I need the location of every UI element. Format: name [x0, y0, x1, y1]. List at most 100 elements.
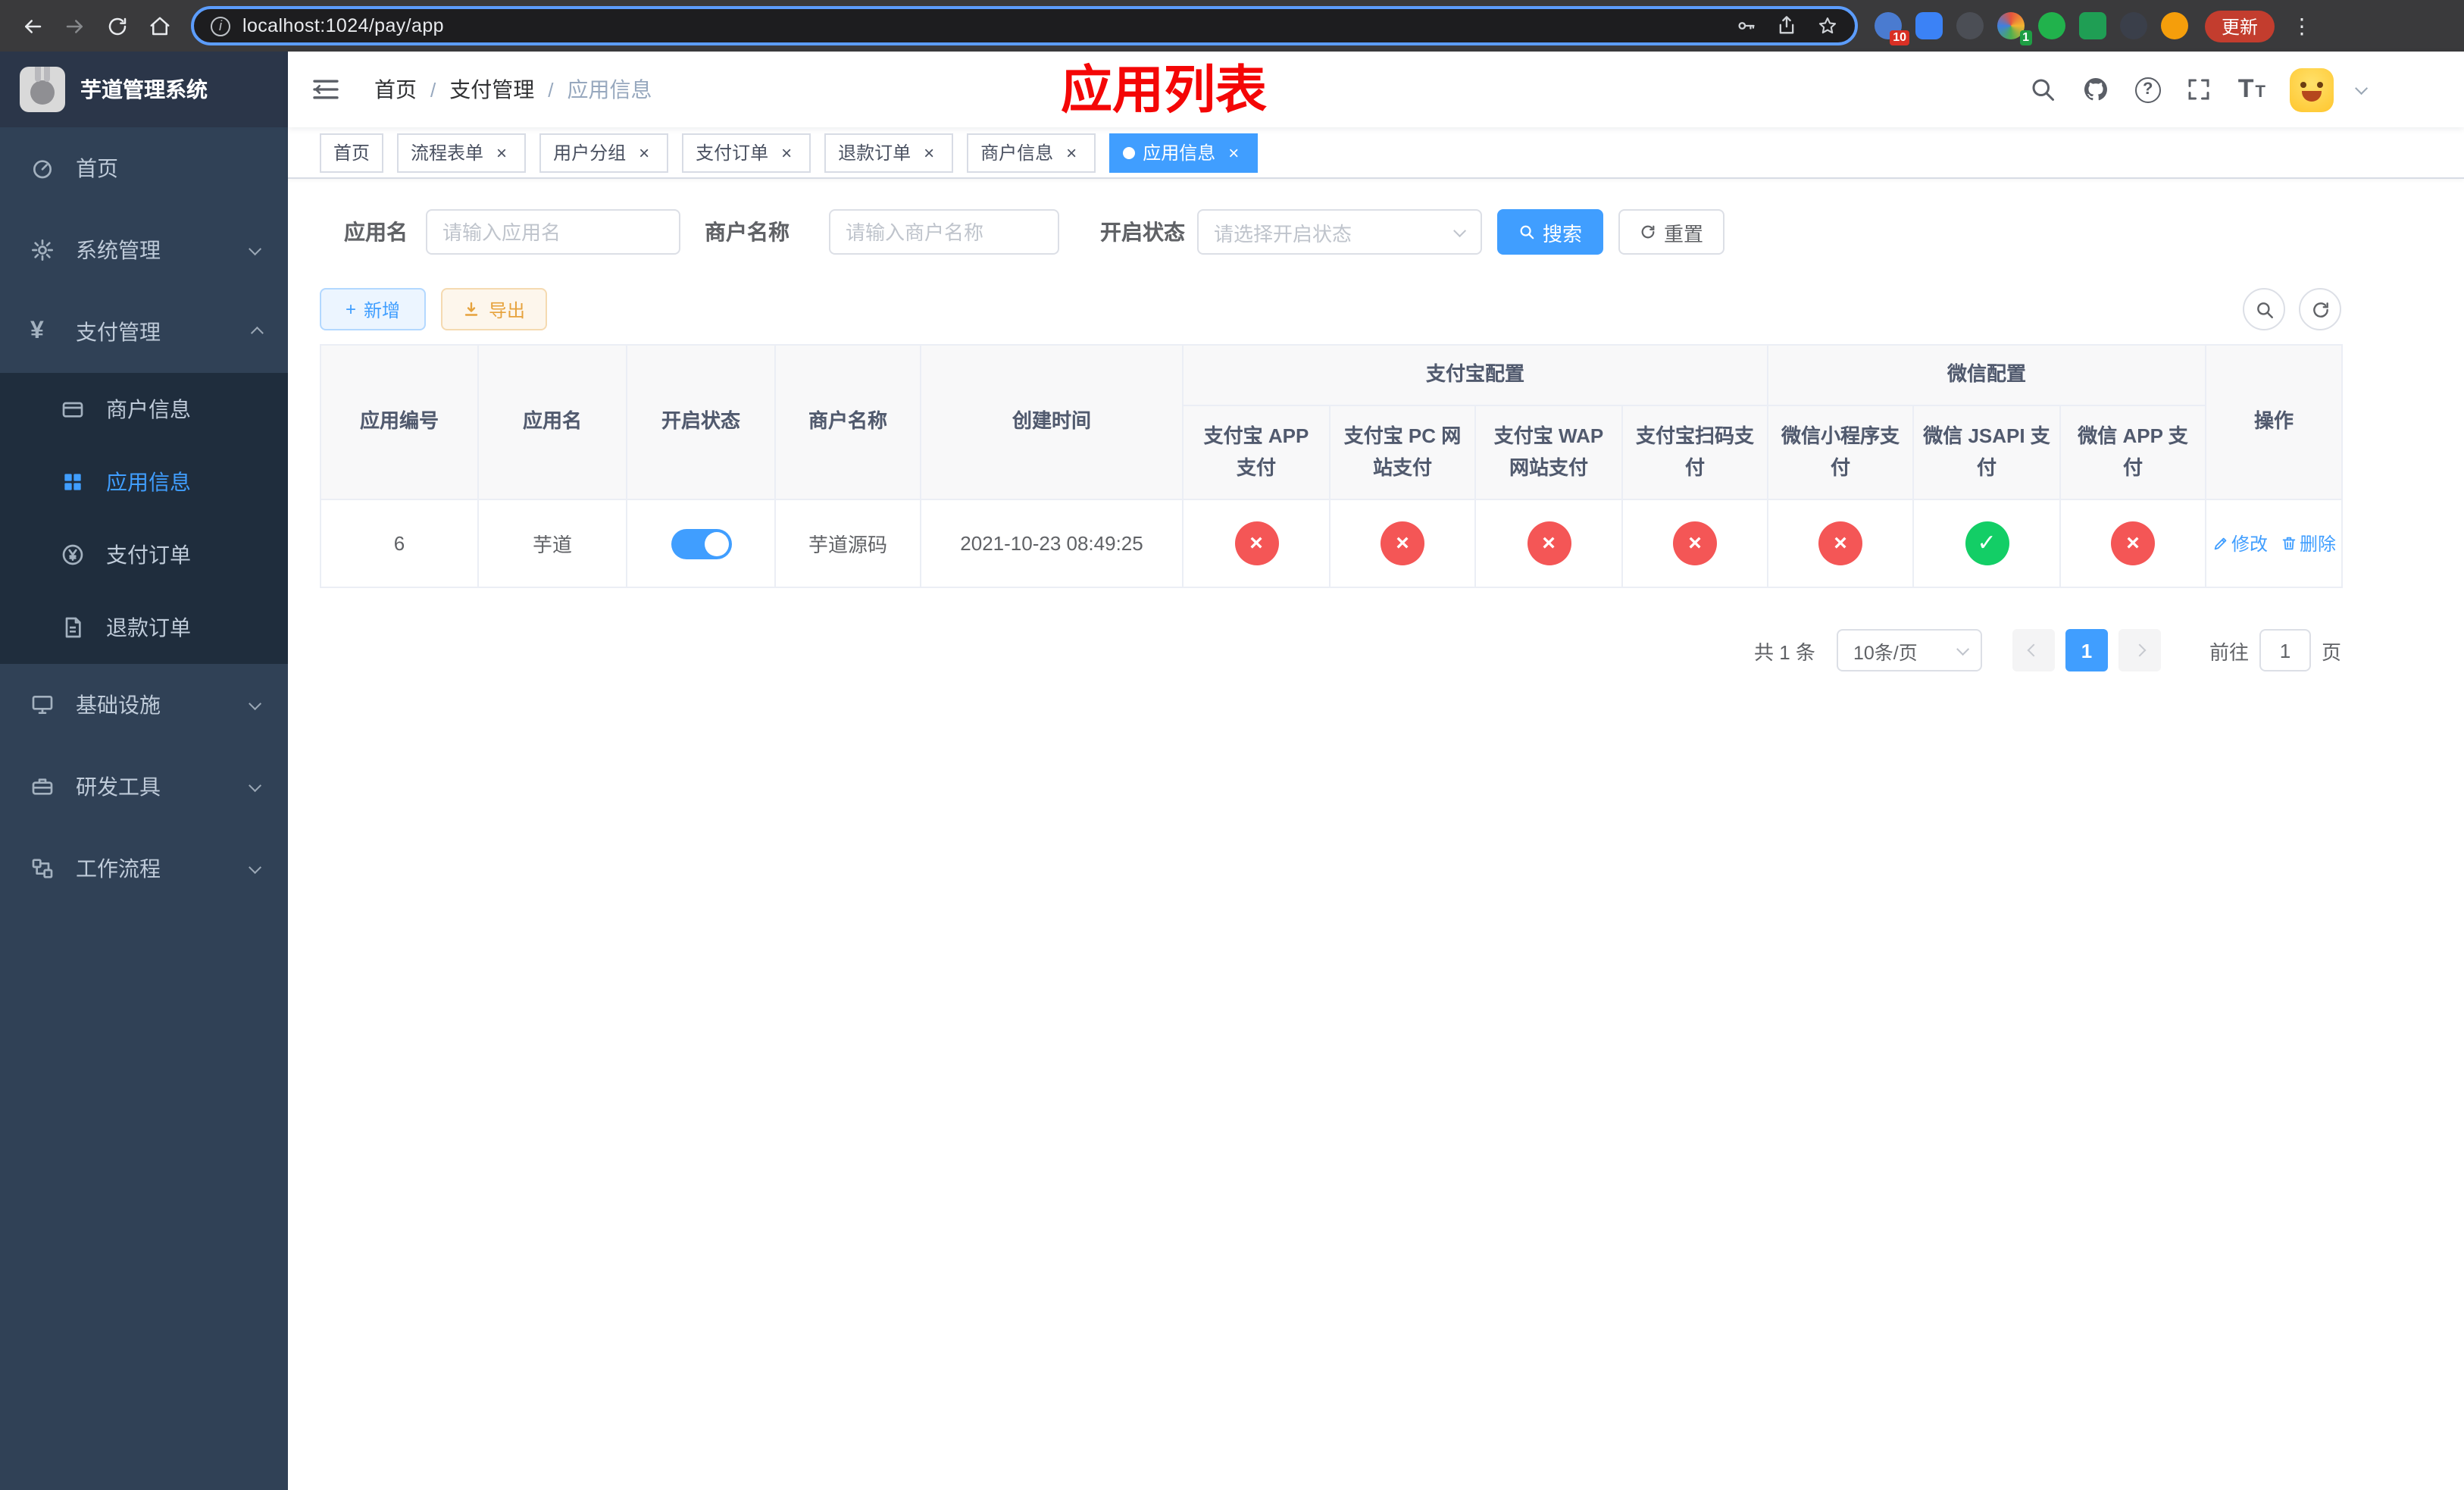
edit-link[interactable]: 修改	[2212, 531, 2268, 556]
sidebar-item-home[interactable]: 首页	[0, 127, 288, 209]
fullscreen-icon[interactable]	[2185, 75, 2214, 104]
tab-close-icon[interactable]: ×	[1061, 142, 1082, 163]
sidebar-item-infrastructure[interactable]: 基础设施	[0, 664, 288, 746]
download-icon	[465, 302, 479, 316]
tab-close-icon[interactable]: ×	[491, 142, 512, 163]
chrome-menu-icon[interactable]: ⋮	[2290, 13, 2314, 39]
screen: i localhost:1024/pay/app 10 1 更新 ⋮ 芋道管理系…	[0, 0, 2464, 1490]
tab-label: 商户信息	[980, 142, 1054, 164]
browser-forward-icon[interactable]	[55, 6, 94, 45]
goto-page-input[interactable]	[2259, 629, 2311, 671]
sidebar-item-label: 工作流程	[76, 856, 161, 881]
tab-close-icon[interactable]: ×	[633, 142, 655, 163]
help-icon[interactable]: ?	[2134, 77, 2161, 102]
extension-globe-icon[interactable]	[1956, 12, 1984, 39]
col-actions: 操作	[2205, 344, 2344, 500]
sidebar-item-label: 研发工具	[76, 775, 161, 799]
sidebar-item-app-info[interactable]: 应用信息	[0, 446, 288, 518]
status-toggle[interactable]	[671, 528, 731, 559]
export-button[interactable]: 导出	[441, 288, 547, 330]
browser-back-icon[interactable]	[12, 6, 52, 45]
delete-link[interactable]: 删除	[2280, 531, 2336, 556]
app-table: 应用编号 应用名 开启状态 商户名称 创建时间 支付宝配置 微信配置 操作 支付…	[320, 344, 2344, 588]
pay-order-icon	[61, 543, 97, 567]
extension-chat-icon[interactable]	[2079, 12, 2106, 39]
breadcrumb-payment[interactable]: 支付管理	[449, 74, 534, 105]
reset-button[interactable]: 重置	[1618, 209, 1724, 255]
sidebar-item-dev-tools[interactable]: 研发工具	[0, 746, 288, 828]
tab-merchant-info[interactable]: 商户信息 ×	[967, 133, 1096, 172]
cell-created: 2021-10-23 08:49:25	[920, 499, 1184, 588]
tab-home[interactable]: 首页	[320, 133, 384, 172]
extension-gem-icon[interactable]	[1915, 12, 1943, 39]
app-name-input[interactable]	[426, 209, 680, 255]
page-1-button[interactable]: 1	[2065, 629, 2108, 671]
search-icon[interactable]	[2029, 75, 2058, 104]
col-status: 开启状态	[626, 344, 776, 500]
extension-emoji-icon[interactable]	[2161, 12, 2188, 39]
sidebar-item-system[interactable]: 系统管理	[0, 209, 288, 291]
sidebar-item-label: 基础设施	[76, 693, 161, 717]
github-icon[interactable]	[2082, 75, 2111, 104]
tab-pay-order[interactable]: 支付订单 ×	[682, 133, 811, 172]
next-page-button[interactable]	[2118, 629, 2161, 671]
extension-badge: 1	[2019, 30, 2032, 45]
user-avatar[interactable]	[2290, 67, 2334, 111]
export-button-label: 导出	[488, 299, 525, 321]
tab-close-icon[interactable]: ×	[918, 142, 940, 163]
table-row: 6 芋道 芋道源码 2021-10-23 08:49:25 × × × × × …	[320, 499, 2344, 588]
tab-close-icon[interactable]: ×	[776, 142, 797, 163]
chevron-down-icon	[249, 779, 262, 793]
tab-app-info[interactable]: 应用信息 ×	[1109, 133, 1259, 172]
col-wechat-jsapi: 微信 JSAPI 支付	[1912, 405, 2062, 500]
pencil-icon	[2213, 537, 2226, 550]
sidebar-collapse-icon[interactable]	[311, 74, 341, 105]
breadcrumb-home[interactable]: 首页	[374, 74, 417, 105]
merchant-name-input[interactable]	[829, 209, 1059, 255]
disabled-status-icon: ×	[1381, 521, 1424, 565]
prev-page-button[interactable]	[2012, 629, 2055, 671]
browser-home-icon[interactable]	[139, 6, 179, 45]
font-size-icon[interactable]: TT	[2238, 74, 2265, 105]
cell-status	[626, 499, 776, 588]
chrome-update-button[interactable]: 更新	[2205, 10, 2275, 42]
sidebar-item-workflow[interactable]: 工作流程	[0, 828, 288, 909]
sidebar-item-payment[interactable]: ¥ 支付管理	[0, 291, 288, 373]
status-select-placeholder: 请选择开启状态	[1214, 222, 1352, 245]
extension-tampermonkey-icon[interactable]: 1	[1997, 12, 2032, 45]
cell-wechat-app: ×	[2059, 499, 2207, 588]
extension-check-icon[interactable]	[2038, 12, 2065, 39]
extension-translate-icon[interactable]: 10	[1875, 12, 1909, 45]
breadcrumb-separator: /	[548, 78, 554, 101]
tab-label: 应用信息	[1143, 142, 1216, 164]
col-app-name: 应用名	[477, 344, 627, 500]
cell-alipay-app: ×	[1182, 499, 1330, 588]
page-info-icon[interactable]: i	[211, 16, 230, 36]
add-button[interactable]: + 新增	[320, 288, 426, 330]
tab-close-icon[interactable]: ×	[1223, 142, 1244, 163]
address-bar[interactable]: i localhost:1024/pay/app	[191, 6, 1858, 45]
bookmark-star-icon[interactable]	[1817, 15, 1838, 36]
goto-prefix: 前往	[2209, 640, 2249, 663]
tab-refund-order[interactable]: 退款订单 ×	[824, 133, 954, 172]
gear-icon	[30, 238, 67, 262]
tab-process-form[interactable]: 流程表单 ×	[397, 133, 527, 172]
status-select[interactable]: 请选择开启状态	[1197, 209, 1482, 255]
refund-document-icon	[61, 615, 97, 640]
refresh-table-button[interactable]	[2299, 288, 2341, 330]
sidebar-item-merchant-info[interactable]: 商户信息	[0, 373, 288, 446]
toggle-search-button[interactable]	[2243, 288, 2285, 330]
avatar-caret-icon[interactable]	[2355, 82, 2369, 95]
search-button[interactable]: 搜索	[1497, 209, 1603, 255]
edit-label: 修改	[2231, 534, 2269, 555]
credit-card-icon	[61, 397, 97, 421]
sidebar-item-refund-order[interactable]: 退款订单	[0, 591, 288, 664]
page-content: 应用名 商户名称 开启状态 请选择开启状态 搜索 重置	[288, 179, 2464, 1490]
password-key-icon[interactable]	[1735, 15, 1756, 36]
browser-reload-icon[interactable]	[97, 6, 136, 45]
tab-user-group[interactable]: 用户分组 ×	[539, 133, 669, 172]
share-icon[interactable]	[1776, 15, 1797, 36]
sidebar-item-pay-order[interactable]: 支付订单	[0, 518, 288, 591]
page-size-select[interactable]: 10条/页	[1836, 629, 1982, 671]
extension-pinwheel-icon[interactable]	[2120, 12, 2147, 39]
